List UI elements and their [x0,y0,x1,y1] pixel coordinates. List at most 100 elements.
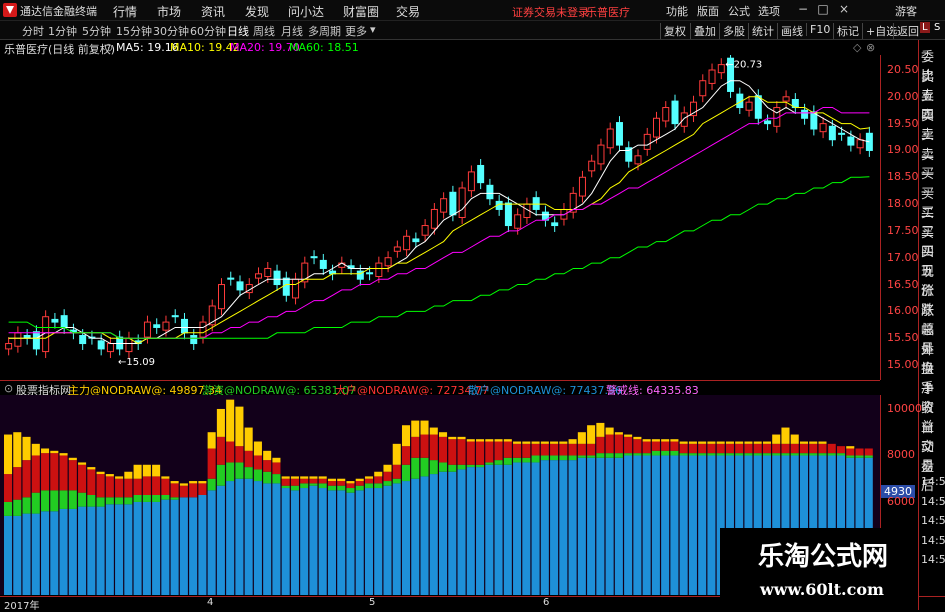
candle-body[interactable] [838,132,846,135]
candle-body[interactable] [856,139,864,149]
menu-shichang[interactable]: 市场 [157,3,181,20]
candlestick-chart[interactable]: ←20.73 ←15.09 [0,55,880,380]
menu-banmian[interactable]: 版面 [697,3,719,19]
candle-body[interactable] [143,321,151,338]
side-item-23[interactable]: 14:50 [921,495,945,508]
candle-body[interactable] [717,64,725,74]
candle-body[interactable] [653,117,660,138]
menu-hangqing[interactable]: 行情 [113,3,137,20]
candle-body[interactable] [449,191,457,216]
candle-body[interactable] [421,225,429,236]
menu-wenxiaoda[interactable]: 问小达 [288,3,324,20]
tab-30min[interactable]: 30分钟 [153,23,189,39]
candle-body[interactable] [551,222,559,227]
candle-body[interactable] [745,101,753,111]
candle-body[interactable] [79,335,87,345]
btn-tongji[interactable]: 统计 [748,23,774,39]
candle-body[interactable] [819,123,827,133]
candle-body[interactable] [699,80,707,97]
guest-label[interactable]: 游客 [895,3,917,19]
btn-huaxian[interactable]: 画线 [777,23,803,39]
candle-body[interactable] [310,256,318,259]
indicator-settings-icon[interactable]: ⊙ [4,382,13,395]
candle-body[interactable] [828,125,836,141]
candle-body[interactable] [606,128,614,149]
candle-body[interactable] [847,136,855,146]
side-item-25[interactable]: 14:50 [921,534,945,547]
btn-f10[interactable]: F10 [806,23,830,36]
btn-zixuan[interactable]: +自选 [862,23,897,39]
candle-body[interactable] [199,321,207,338]
side-item-22[interactable]: 14:50 [921,475,945,488]
btn-fuquan[interactable]: 复权 [660,23,686,39]
candle-body[interactable] [440,198,448,213]
candle-body[interactable] [190,335,198,345]
candle-body[interactable] [643,133,651,150]
btn-fanhui[interactable]: 返回 [893,23,919,39]
candle-body[interactable] [458,187,466,218]
candle-body[interactable] [5,343,13,350]
candle-body[interactable] [597,144,605,165]
candle-body[interactable] [782,96,790,102]
candle-body[interactable] [227,277,235,280]
side-item-24[interactable]: 14:50 [921,514,945,527]
candle-body[interactable] [615,122,623,146]
candle-body[interactable] [338,262,346,268]
candle-body[interactable] [153,324,161,328]
candle-body[interactable] [671,100,679,125]
close-button[interactable]: × [836,2,852,16]
menu-zixun[interactable]: 资讯 [201,3,225,20]
menu-jiaoyi[interactable]: 交易 [396,3,420,20]
candle-body[interactable] [504,202,512,227]
candle-body[interactable] [292,278,300,299]
candle-body[interactable] [32,331,40,350]
candle-body[interactable] [588,160,596,172]
candle-body[interactable] [532,197,540,210]
candle-body[interactable] [467,171,475,192]
candle-body[interactable] [680,112,688,127]
candle-body[interactable] [708,69,716,84]
side-item-26[interactable]: 14:50 [921,553,945,566]
menu-faxian[interactable]: 发现 [245,3,269,20]
tab-5min[interactable]: 5分钟 [82,23,111,39]
btn-biaoji[interactable]: 标记 [833,23,859,39]
candle-body[interactable] [375,262,383,278]
candle-body[interactable] [60,315,68,328]
candle-body[interactable] [171,315,179,318]
candle-body[interactable] [412,238,420,243]
tab-monthly[interactable]: 月线 [281,23,303,39]
candle-body[interactable] [14,332,22,347]
tab-fenshi[interactable]: 分时 [22,23,44,39]
panel-mode-s[interactable]: S [934,22,940,33]
candle-body[interactable] [273,270,281,286]
maximize-button[interactable]: □ [815,2,831,16]
candle-body[interactable] [51,318,59,323]
candle-body[interactable] [430,208,438,229]
candle-body[interactable] [662,107,670,122]
candle-body[interactable] [218,284,225,310]
candle-body[interactable] [393,246,401,252]
panel-mode-l[interactable]: L [920,22,930,33]
candle-body[interactable] [366,272,374,275]
tab-multi-period[interactable]: 多周期 [308,23,341,39]
tab-weekly[interactable]: 周线 [253,23,275,39]
settings-icon[interactable]: ⊙ [104,41,113,54]
candle-body[interactable] [106,343,114,353]
candle-body[interactable] [514,214,522,229]
candle-body[interactable] [578,176,586,197]
tab-15min[interactable]: 15分钟 [116,23,152,39]
minimize-button[interactable]: − [795,2,811,16]
candle-body[interactable] [319,259,327,269]
candle-body[interactable] [125,337,133,353]
candle-body[interactable] [634,155,642,165]
candle-body[interactable] [282,277,290,296]
btn-duogu[interactable]: 多股 [719,23,745,39]
candle-body[interactable] [236,281,244,291]
menu-caifuquan[interactable]: 财富圈 [343,3,379,20]
candle-body[interactable] [384,257,392,267]
candle-body[interactable] [764,120,772,125]
candle-body[interactable] [477,164,485,184]
menu-gongshi[interactable]: 公式 [728,3,750,19]
tab-1min[interactable]: 1分钟 [48,23,77,39]
candle-body[interactable] [264,267,272,277]
